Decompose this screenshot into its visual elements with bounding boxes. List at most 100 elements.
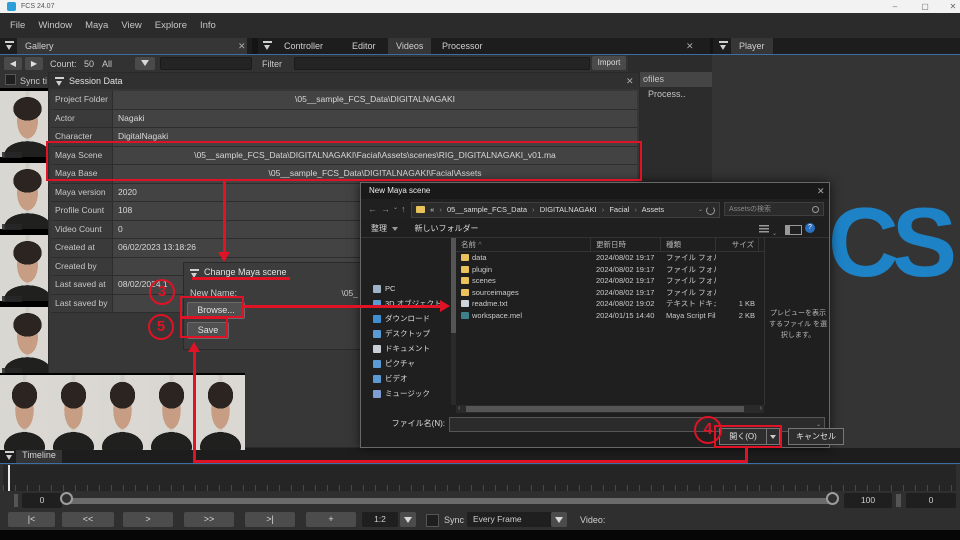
scroll-right-icon[interactable]: › (760, 405, 762, 413)
scope-dropdown-icon[interactable] (135, 57, 155, 70)
crumb-item[interactable]: 05__sample_FCS_Data (447, 205, 527, 214)
session-caret-icon[interactable] (55, 77, 64, 86)
column-type[interactable]: 種類 (661, 238, 716, 251)
breadcrumb[interactable]: « › 05__sample_FCS_Data › DIGITALNAGAKI … (411, 202, 720, 218)
face-thumbnail[interactable] (98, 373, 147, 450)
tab-processor[interactable]: Processor (434, 38, 491, 54)
range-start-value[interactable]: 0 (22, 493, 62, 508)
menu-view[interactable]: View (121, 20, 141, 31)
file-row[interactable]: workspace.mel2024/01/15 14:40Maya Script… (456, 310, 764, 322)
sidebar-item-desktop[interactable]: デスクトップ (361, 326, 451, 341)
search-input[interactable]: Assetsの検索 (724, 202, 824, 216)
gallery-panel-caret-icon[interactable] (5, 41, 14, 50)
session-close-icon[interactable]: ✕ (626, 77, 634, 86)
preview-pane-icon[interactable] (785, 225, 802, 235)
prev-button[interactable]: ◀ (4, 57, 22, 70)
step-forward-button[interactable]: >> (184, 512, 234, 527)
range-end-handle[interactable] (826, 492, 839, 505)
close-button[interactable]: ✕ (940, 0, 960, 13)
file-row[interactable]: sourceimages2024/08/02 19:17ファイル フォルダー (456, 287, 764, 299)
crumb-item[interactable]: Facial (609, 205, 629, 214)
timeline-caret-icon[interactable] (5, 451, 14, 460)
forward-icon[interactable]: → (381, 204, 390, 214)
sidebar-item-videos[interactable]: ビデオ (361, 371, 451, 386)
count-input[interactable] (160, 57, 252, 70)
play-button[interactable]: > (123, 512, 173, 527)
menu-file[interactable]: File (10, 20, 25, 31)
crumb-item[interactable]: DIGITALNAGAKI (540, 205, 597, 214)
menu-maya[interactable]: Maya (85, 20, 108, 31)
help-icon[interactable]: ? (805, 223, 815, 233)
file-dialog-close-icon[interactable]: ✕ (817, 187, 825, 196)
column-date[interactable]: 更新日時 (591, 238, 661, 251)
crumb-dropdown-icon[interactable]: ⌄ (698, 203, 703, 217)
next-button[interactable]: ▶ (25, 57, 43, 70)
session-data-header[interactable]: Session Data ✕ (49, 73, 639, 89)
controller-panel-caret-icon[interactable] (263, 41, 272, 50)
file-row[interactable]: plugin2024/08/02 19:17ファイル フォルダー (456, 264, 764, 276)
filter-input[interactable] (294, 57, 590, 70)
history-dropdown-icon[interactable]: ⌄ (393, 204, 398, 211)
face-thumbnail[interactable] (0, 373, 49, 450)
horizontal-scrollbar[interactable]: ‹ › (456, 405, 764, 413)
refresh-icon[interactable] (706, 206, 715, 215)
minimize-button[interactable]: – (882, 0, 908, 13)
tab-process-partial[interactable]: Process.. (648, 89, 686, 99)
face-thumbnail[interactable] (147, 373, 196, 450)
cancel-button[interactable]: キャンセル (788, 428, 844, 445)
menu-window[interactable]: Window (38, 20, 72, 31)
range-end-value[interactable]: 100 (844, 493, 892, 508)
playhead[interactable] (8, 465, 10, 491)
sidebar-item-downloads[interactable]: ダウンロード (361, 311, 451, 326)
controller-close-icon[interactable]: ✕ (686, 42, 694, 51)
gallery-close-icon[interactable]: ✕ (238, 42, 246, 51)
menu-explore[interactable]: Explore (155, 20, 187, 31)
face-thumbnail[interactable] (49, 373, 98, 450)
tab-editor[interactable]: Editor (344, 38, 384, 54)
player-panel-caret-icon[interactable] (719, 41, 728, 50)
up-icon[interactable]: ↑ (401, 204, 406, 214)
face-thumbnail[interactable] (0, 232, 55, 304)
face-thumbnail[interactable] (0, 304, 55, 376)
timeline-sync-checkbox[interactable] (426, 514, 439, 527)
go-start-button[interactable]: |< (8, 512, 55, 527)
maximize-button[interactable]: ▢ (912, 0, 938, 13)
frame-value[interactable]: 0 (906, 493, 956, 508)
sidebar-item-music[interactable]: ミュージック (361, 386, 451, 401)
go-end-button[interactable]: >| (245, 512, 295, 527)
crumb-item[interactable]: Assets (642, 205, 665, 214)
menu-info[interactable]: Info (200, 20, 216, 31)
tab-videos[interactable]: Videos (388, 38, 431, 54)
tab-controller[interactable]: Controller (276, 38, 331, 54)
tab-player[interactable]: Player (731, 38, 773, 54)
ratio-dropdown-icon[interactable] (400, 512, 416, 527)
tab-gallery[interactable]: Gallery (17, 38, 247, 54)
new-folder-button[interactable]: 新しいフォルダー (414, 224, 478, 233)
column-size[interactable]: サイズ (716, 238, 759, 251)
tab-profiles-partial[interactable]: ofiles (643, 74, 664, 84)
sidebar-item-3d-objects[interactable]: 3D オブジェクト (361, 296, 451, 311)
ratio-value[interactable]: 1:2 (362, 512, 398, 527)
file-row[interactable]: data2024/08/02 19:17ファイル フォルダー (456, 252, 764, 264)
sync-checkbox[interactable] (5, 74, 16, 85)
tab-timeline[interactable]: Timeline (16, 448, 62, 463)
column-name[interactable]: 名前 ^ (456, 238, 591, 251)
view-list-icon[interactable] (759, 225, 769, 233)
scope-value[interactable]: All (102, 59, 112, 69)
scroll-left-icon[interactable]: ‹ (458, 405, 460, 413)
sidebar-item-pc[interactable]: PC (361, 281, 451, 296)
every-frame-select[interactable]: Every Frame (467, 512, 555, 527)
sidebar-item-pictures[interactable]: ピクチャ (361, 356, 451, 371)
import-button[interactable]: Import (592, 56, 626, 70)
file-row[interactable]: readme.txt2024/08/02 19:02テキスト ドキュメント1 K… (456, 298, 764, 310)
file-row[interactable]: scenes2024/08/02 19:17ファイル フォルダー (456, 275, 764, 287)
step-back-button[interactable]: << (62, 512, 114, 527)
timeline-ruler[interactable] (3, 465, 956, 491)
range-start-handle[interactable] (60, 492, 73, 505)
new-name-value[interactable]: \05_ (314, 288, 358, 298)
organize-button[interactable]: 整理 (371, 224, 387, 233)
face-thumbnail[interactable] (196, 373, 245, 450)
range-slider-track[interactable] (66, 498, 834, 504)
back-icon[interactable]: ← (368, 204, 377, 214)
sidebar-item-documents[interactable]: ドキュメント (361, 341, 451, 356)
